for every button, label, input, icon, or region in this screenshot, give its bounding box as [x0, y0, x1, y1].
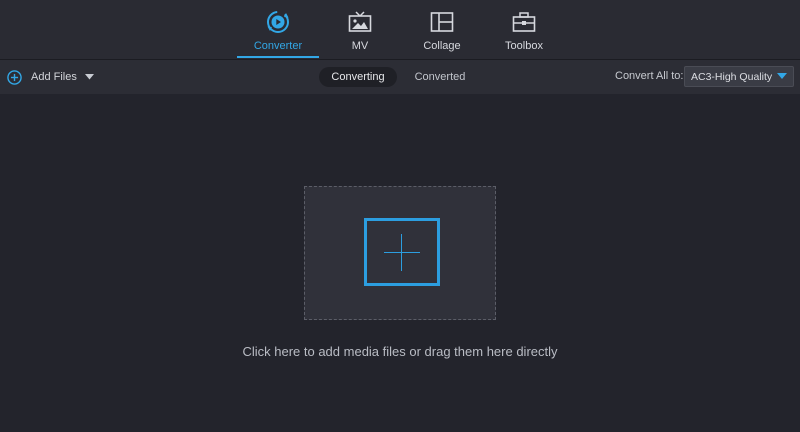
nav-item-converter[interactable]: Converter	[237, 0, 319, 60]
tv-icon	[347, 10, 373, 34]
tab-converted[interactable]: Converted	[404, 67, 476, 87]
dropzone-hint-text: Click here to add media files or drag th…	[242, 344, 558, 359]
add-files-label: Add Files	[31, 71, 77, 83]
convert-all-label: Convert All to:	[615, 70, 684, 82]
toolbox-icon	[511, 10, 537, 34]
add-media-dropzone[interactable]	[304, 186, 496, 320]
nav-item-collage[interactable]: Collage	[401, 0, 483, 60]
add-media-plus-icon	[364, 218, 440, 286]
tab-converting-label: Converting	[331, 71, 385, 83]
add-circle-icon	[7, 69, 22, 85]
nav-label-toolbox: Toolbox	[505, 40, 543, 52]
chevron-down-icon[interactable]	[84, 74, 94, 80]
collage-icon	[429, 10, 455, 34]
nav-item-mv[interactable]: MV	[319, 0, 401, 60]
toolbar: Add Files Converting Converted Convert A…	[0, 60, 800, 94]
add-files-button[interactable]: Add Files	[7, 68, 94, 86]
tab-converted-label: Converted	[414, 71, 466, 83]
nav-item-toolbox[interactable]: Toolbox	[483, 0, 565, 60]
top-navigation: Converter MV Collage Toolbox	[0, 0, 800, 60]
tab-converting[interactable]: Converting	[319, 67, 397, 87]
chevron-down-icon	[777, 73, 787, 79]
output-format-select[interactable]: AC3-High Quality	[684, 66, 794, 87]
output-format-value: AC3-High Quality	[691, 70, 773, 83]
nav-label-mv: MV	[351, 40, 369, 52]
nav-label-converter: Converter	[253, 40, 303, 52]
converter-icon	[265, 10, 291, 34]
nav-label-collage: Collage	[423, 40, 461, 52]
active-tab-indicator	[237, 56, 319, 58]
